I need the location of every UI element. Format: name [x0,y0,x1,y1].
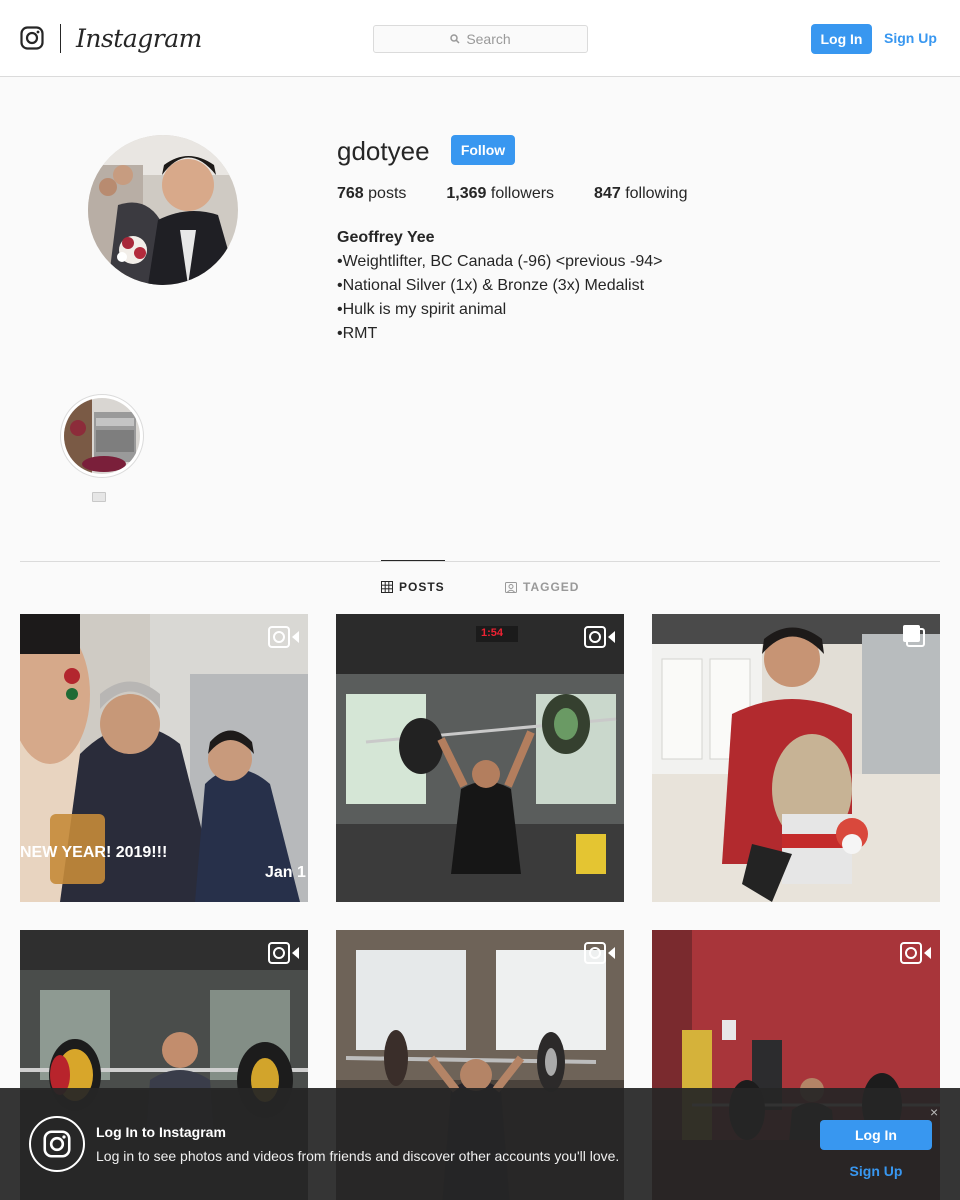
banner-text: Log in to see photos and videos from fri… [96,1148,620,1164]
video-icon [900,942,931,964]
tab-posts-label: POSTS [399,580,445,594]
search-icon [450,34,460,44]
followers-label: followers [490,185,555,202]
banner-instagram-logo [29,1116,85,1172]
post-overlay-text: Jan 1 [265,864,306,881]
video-icon [584,942,615,964]
search-input[interactable]: Search [373,25,588,53]
post-tile[interactable]: 1:54 [336,614,624,902]
story-highlight[interactable] [60,394,144,478]
top-nav: Instagram Search Log In Sign Up [0,0,960,77]
tab-tagged-label: TAGGED [523,580,580,594]
search-placeholder: Search [466,31,511,47]
active-tab-indicator [381,560,445,561]
posts-label: posts [368,185,407,202]
following-count: 847 [594,185,621,202]
posts-count: 768 [337,185,364,202]
bio-line: •National Silver (1x) & Bronze (3x) Meda… [337,277,645,294]
instagram-wordmark[interactable]: Instagram [76,24,202,53]
login-banner: Log In to Instagram Log in to see photos… [0,1088,960,1200]
profile-stats: 768 posts 1,369 followers 847 following [337,185,727,203]
banner-title: Log In to Instagram [96,1124,226,1140]
tab-posts[interactable]: POSTS [381,580,445,594]
profile-username: gdotyee [337,136,430,166]
carousel-icon [903,625,925,647]
tabs-divider [20,561,940,562]
close-icon[interactable]: × [930,1104,938,1120]
grid-icon [381,581,393,593]
instagram-glyph-icon[interactable] [20,26,44,50]
video-icon [268,942,299,964]
post-overlay-text: 1:54 [481,627,504,639]
story-highlight-label [92,492,106,502]
following-stat[interactable]: 847 following [594,185,687,203]
tagged-icon [505,582,517,593]
instagram-glyph-icon [43,1130,71,1158]
story-highlight-cover [64,398,140,474]
following-label: following [625,185,688,202]
followers-stat[interactable]: 1,369 followers [446,185,554,203]
posts-stat: 768 posts [337,185,406,203]
logo-divider [60,24,61,53]
tab-tagged[interactable]: TAGGED [505,580,579,594]
video-icon [584,626,615,648]
bio-full-name: Geoffrey Yee [337,229,435,246]
post-overlay-text: NEW YEAR! 2019!!! [20,844,168,861]
follow-button[interactable]: Follow [451,135,515,165]
banner-signup-link[interactable]: Sign Up [820,1163,932,1179]
bio-line: •Weightlifter, BC Canada (-96) <previous… [337,253,663,270]
signup-link[interactable]: Sign Up [884,30,937,46]
banner-login-button[interactable]: Log In [820,1120,932,1150]
bio-line: •RMT [337,325,378,342]
profile-bio: Geoffrey Yee •Weightlifter, BC Canada (-… [337,226,662,346]
bio-line: •Hulk is my spirit animal [337,301,507,318]
post-tile[interactable] [652,614,940,902]
post-tile[interactable]: NEW YEAR! 2019!!! Jan 1 [20,614,308,902]
profile-avatar[interactable] [88,135,238,285]
login-button[interactable]: Log In [811,24,872,54]
video-icon [268,626,299,648]
followers-count: 1,369 [446,185,487,202]
